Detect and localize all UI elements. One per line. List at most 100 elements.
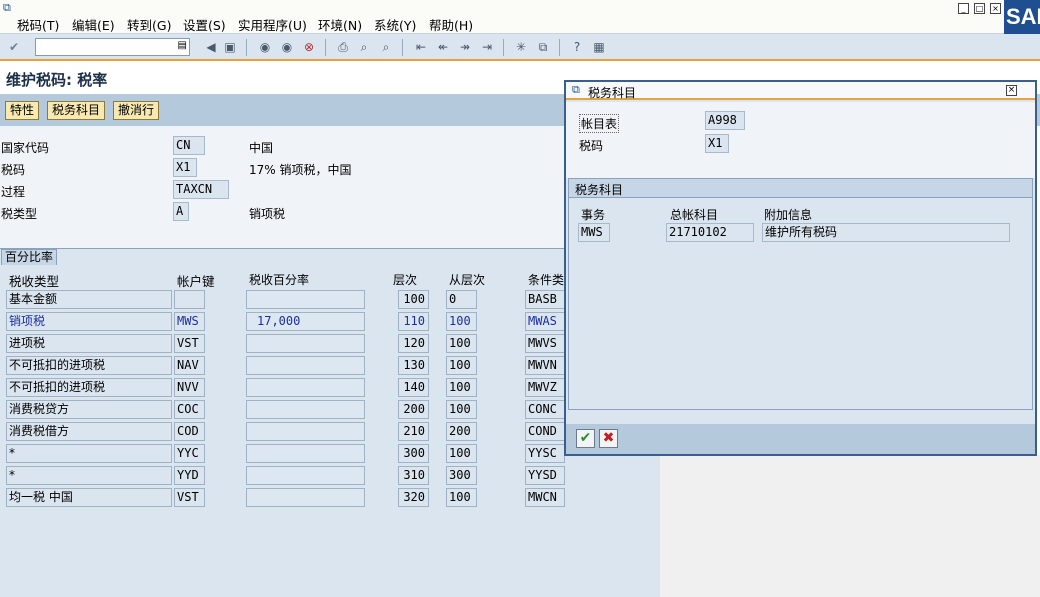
tax-type-cell[interactable]: 进项税 bbox=[6, 334, 172, 353]
menu-edit[interactable]: 编辑(E) bbox=[72, 15, 115, 34]
tax-type-cell[interactable]: 基本金额 bbox=[6, 290, 172, 309]
condition-type-cell[interactable]: MWAS bbox=[525, 312, 565, 331]
procedure-field[interactable]: TAXCN bbox=[173, 180, 229, 199]
back-icon[interactable]: ◉ bbox=[257, 39, 273, 55]
confirm-check-icon[interactable]: ✔ bbox=[576, 429, 595, 448]
account-key-cell[interactable]: NVV bbox=[174, 378, 205, 397]
menu-utilities[interactable]: 实用程序(U) bbox=[238, 15, 307, 34]
account-key-cell[interactable]: MWS bbox=[174, 312, 205, 331]
from-level-cell[interactable]: 100 bbox=[446, 488, 477, 507]
first-page-icon[interactable]: ⇤ bbox=[413, 39, 429, 55]
tax-type-cell[interactable]: * bbox=[6, 466, 172, 485]
account-key-cell[interactable]: COC bbox=[174, 400, 205, 419]
level-cell[interactable]: 200 bbox=[398, 400, 429, 419]
level-cell[interactable]: 210 bbox=[398, 422, 429, 441]
dialog-close-icon[interactable]: × bbox=[1006, 85, 1017, 96]
account-key-cell[interactable]: COD bbox=[174, 422, 205, 441]
chart-of-accounts-field[interactable]: A998 bbox=[705, 111, 745, 130]
condition-type-cell[interactable]: CONC bbox=[525, 400, 565, 419]
tax-code-field[interactable]: X1 bbox=[173, 158, 197, 177]
command-field[interactable]: ▤ bbox=[35, 38, 190, 56]
tax-accounts-button[interactable]: 税务科目 bbox=[47, 101, 106, 120]
condition-type-cell[interactable]: COND bbox=[525, 422, 565, 441]
minimize-icon[interactable]: _ bbox=[958, 3, 969, 14]
from-level-cell[interactable]: 100 bbox=[446, 378, 477, 397]
condition-type-cell[interactable]: MWVZ bbox=[525, 378, 565, 397]
from-level-cell[interactable]: 100 bbox=[446, 444, 477, 463]
tax-percent-cell[interactable] bbox=[246, 444, 365, 463]
level-cell[interactable]: 130 bbox=[398, 356, 429, 375]
tax-type-cell[interactable]: 消费税借方 bbox=[6, 422, 172, 441]
new-session-icon[interactable]: ✳ bbox=[513, 39, 529, 55]
condition-type-cell[interactable]: MWVN bbox=[525, 356, 565, 375]
delete-row-button[interactable]: 撤消行 bbox=[113, 101, 160, 120]
cancel-icon[interactable]: ⊗ bbox=[301, 39, 317, 55]
layout-icon[interactable]: ▦ bbox=[591, 39, 607, 55]
next-page-icon[interactable]: ↠ bbox=[457, 39, 473, 55]
find-icon[interactable]: ⌕ bbox=[356, 39, 372, 55]
tax-percent-cell[interactable] bbox=[246, 466, 365, 485]
condition-type-cell[interactable]: MWCN bbox=[525, 488, 565, 507]
tax-percent-cell[interactable] bbox=[246, 378, 365, 397]
menu-environment[interactable]: 环境(N) bbox=[318, 15, 362, 34]
level-cell[interactable]: 100 bbox=[398, 290, 429, 309]
level-cell[interactable]: 320 bbox=[398, 488, 429, 507]
help-icon[interactable]: ? bbox=[569, 39, 585, 55]
shortcut-icon[interactable]: ⧉ bbox=[535, 39, 551, 55]
tax-type-cell[interactable]: 销项税 bbox=[6, 312, 172, 331]
from-level-cell[interactable]: 0 bbox=[446, 290, 477, 309]
additional-info-cell[interactable]: 维护所有税码 bbox=[762, 223, 1010, 242]
from-level-cell[interactable]: 100 bbox=[446, 334, 477, 353]
tax-percent-cell[interactable]: 17,000 bbox=[246, 312, 365, 331]
tax-type-cell[interactable]: 均一税 中国 bbox=[6, 488, 172, 507]
account-key-cell[interactable]: NAV bbox=[174, 356, 205, 375]
condition-type-cell[interactable]: MWVS bbox=[525, 334, 565, 353]
menu-help[interactable]: 帮助(H) bbox=[429, 15, 473, 34]
find-next-icon[interactable]: ⌕ bbox=[378, 39, 394, 55]
account-key-cell[interactable]: VST bbox=[174, 334, 205, 353]
tax-percent-cell[interactable] bbox=[246, 290, 365, 309]
tax-type-field[interactable]: A bbox=[173, 202, 189, 221]
tax-percent-cell[interactable] bbox=[246, 488, 365, 507]
tax-type-cell[interactable]: * bbox=[6, 444, 172, 463]
save-icon[interactable]: ▣ bbox=[222, 39, 238, 55]
level-cell[interactable]: 120 bbox=[398, 334, 429, 353]
from-level-cell[interactable]: 300 bbox=[446, 466, 477, 485]
level-cell[interactable]: 140 bbox=[398, 378, 429, 397]
tax-percent-cell[interactable] bbox=[246, 334, 365, 353]
account-key-cell[interactable]: YYC bbox=[174, 444, 205, 463]
exit-icon[interactable]: ◉ bbox=[279, 39, 295, 55]
level-cell[interactable]: 310 bbox=[398, 466, 429, 485]
from-level-cell[interactable]: 200 bbox=[446, 422, 477, 441]
last-page-icon[interactable]: ⇥ bbox=[479, 39, 495, 55]
previous-page-icon[interactable]: ↞ bbox=[435, 39, 451, 55]
tax-type-cell[interactable]: 消费税贷方 bbox=[6, 400, 172, 419]
cancel-x-icon[interactable]: ✖ bbox=[599, 429, 618, 448]
account-key-cell[interactable]: VST bbox=[174, 488, 205, 507]
condition-type-cell[interactable]: YYSD bbox=[525, 466, 565, 485]
gl-account-cell[interactable]: 21710102 bbox=[666, 223, 754, 242]
menu-goto[interactable]: 转到(G) bbox=[127, 15, 171, 34]
properties-button[interactable]: 特性 bbox=[5, 101, 40, 120]
dialog-tax-code-field[interactable]: X1 bbox=[705, 134, 729, 153]
tax-percent-cell[interactable] bbox=[246, 422, 365, 441]
enter-icon[interactable]: ✔ bbox=[6, 39, 22, 55]
condition-type-cell[interactable]: BASB bbox=[525, 290, 565, 309]
account-key-cell[interactable]: YYD bbox=[174, 466, 205, 485]
print-icon[interactable]: ⎙ bbox=[335, 39, 351, 55]
dropdown-icon[interactable]: ▤ bbox=[178, 40, 187, 51]
tab-percentage-rates[interactable]: 百分比率 bbox=[1, 249, 58, 265]
tax-percent-cell[interactable] bbox=[246, 356, 365, 375]
from-level-cell[interactable]: 100 bbox=[446, 312, 477, 331]
close-icon[interactable]: × bbox=[990, 3, 1001, 14]
back-arrow-icon[interactable]: ◀ bbox=[203, 39, 219, 55]
account-key-cell[interactable] bbox=[174, 290, 205, 309]
menu-taxcode[interactable]: 税码(T) bbox=[17, 15, 59, 34]
level-cell[interactable]: 300 bbox=[398, 444, 429, 463]
from-level-cell[interactable]: 100 bbox=[446, 400, 477, 419]
tax-type-cell[interactable]: 不可抵扣的进项税 bbox=[6, 356, 172, 375]
from-level-cell[interactable]: 100 bbox=[446, 356, 477, 375]
maximize-icon[interactable]: □ bbox=[974, 3, 985, 14]
tax-type-cell[interactable]: 不可抵扣的进项税 bbox=[6, 378, 172, 397]
tax-percent-cell[interactable] bbox=[246, 400, 365, 419]
